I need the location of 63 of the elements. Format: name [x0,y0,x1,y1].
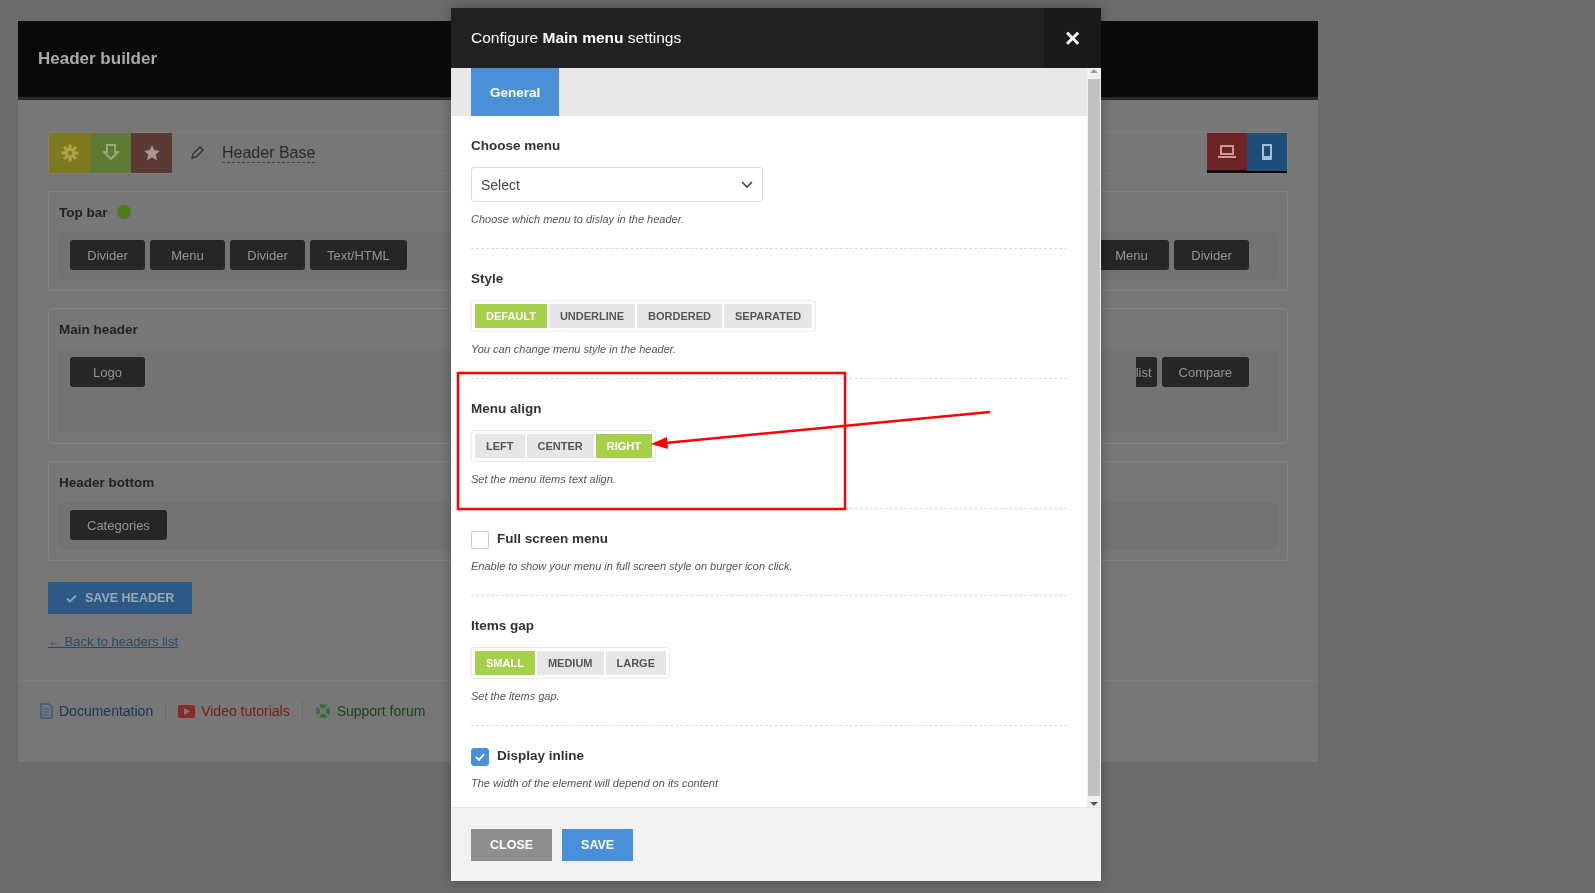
element-block[interactable]: list [1135,357,1157,387]
down-arrow-icon [1090,802,1098,807]
play-icon [178,704,196,718]
section-title: Header bottom [59,474,155,490]
checkbox[interactable] [471,531,489,549]
save-button[interactable]: SAVE [562,828,634,861]
element-block[interactable]: Divider [1174,240,1249,270]
check-icon [475,753,485,761]
segment-option[interactable]: CENTER [526,434,594,458]
help-text: Choose which menu to dislay in the header. [471,213,685,225]
field-label: Style [471,271,505,288]
close-button[interactable]: × [1044,8,1101,68]
help-text: Set the menu items text align. [471,473,617,485]
close-button[interactable]: CLOSE [471,828,553,861]
download-icon [102,144,119,162]
segment-option[interactable]: UNDERLINE [548,304,636,328]
page-title: Header builder [38,49,158,69]
field-label: Items gap [471,618,536,635]
lifebuoy-icon [314,703,331,719]
field-label: Choose menu [471,138,562,155]
help-text: You can change menu style in the header. [471,343,678,355]
gear-icon [60,144,79,162]
document-icon [40,703,53,719]
segment-option[interactable]: SEPARATED [724,304,813,328]
element-block[interactable]: Divider [230,240,305,270]
checkbox-label: Display inline [497,748,585,765]
chevron-down-icon [741,180,753,189]
element-block[interactable]: Categories [70,510,167,540]
star-button[interactable] [131,133,172,173]
download-button[interactable] [90,133,131,173]
phone-icon [1262,144,1272,160]
element-block[interactable]: Compare [1161,357,1249,387]
up-arrow-icon [1090,68,1098,73]
mobile-view-button[interactable] [1247,133,1287,173]
segment-option[interactable]: BORDERED [637,304,723,328]
menu-select[interactable]: Select [471,167,763,202]
header-name[interactable]: Header Base [222,143,316,163]
section-title: Main header [59,321,138,337]
desktop-view-button[interactable] [1207,133,1247,173]
tab[interactable]: General [471,68,560,116]
scrollbar[interactable] [1087,68,1101,807]
check-icon [66,593,77,603]
pencil-icon [190,146,204,160]
checkbox[interactable] [471,748,489,766]
field-label: Menu align [471,401,543,418]
star-icon [142,144,161,162]
checkbox-label: Full screen menu [497,531,609,548]
element-block[interactable]: Menu [150,240,225,270]
segment-option[interactable]: LARGE [605,651,666,675]
laptop-icon [1218,144,1236,159]
segment-option[interactable]: MEDIUM [536,651,604,675]
save-header-button[interactable]: SAVE HEADER [48,582,193,614]
help-text: Set the items gap. [471,690,561,702]
help-text: Enable to show your menu in full screen style on burger icon click. [471,560,794,572]
dialog-title: Configure Main menu settings [470,29,682,47]
help-text: The width of the element will depend on its content [471,777,720,789]
element-block[interactable]: Divider [70,240,145,270]
element-block[interactable]: Text/HTML [310,240,407,270]
settings-button[interactable] [49,133,90,173]
segment-option[interactable]: LEFT [475,434,525,458]
footer-link[interactable]: Documentation [40,703,154,719]
element-block[interactable]: Logo [70,357,145,387]
section-title: Top bar [59,204,108,220]
